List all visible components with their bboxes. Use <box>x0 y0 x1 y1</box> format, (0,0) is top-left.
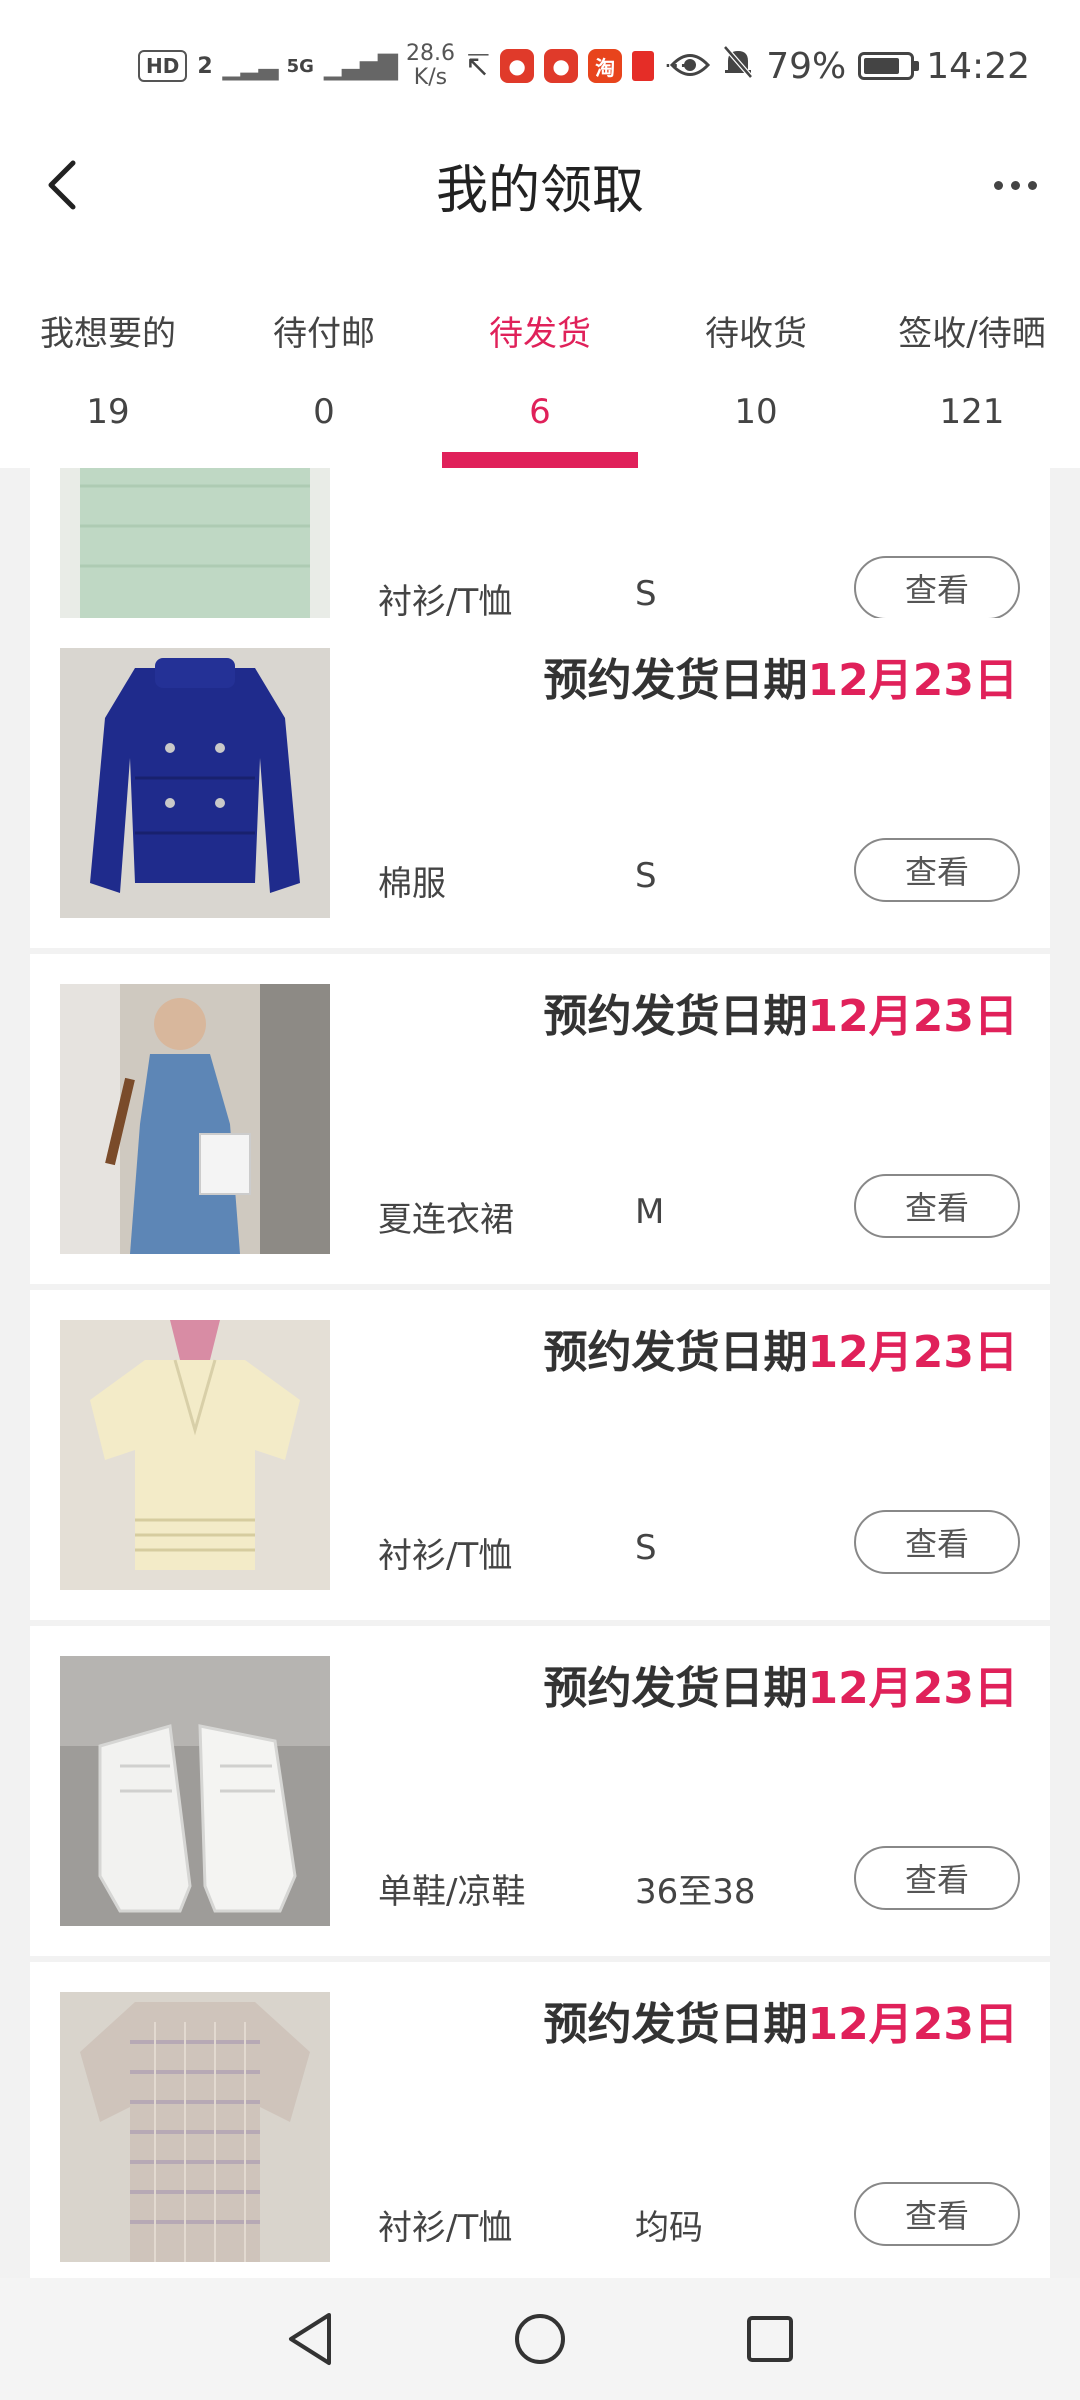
ship-date: 12月23日 <box>807 1663 1018 1714</box>
status-bar: HD 2 ▁▂▃ 5G ▁▃▅▇ 28.6 K/s ↸ ● ● 淘 ··· 79… <box>0 0 1080 130</box>
signal-icon: ▁▂▃ <box>222 51 279 81</box>
triangle-back-icon <box>289 2313 331 2365</box>
tab-label: 待发货 <box>489 314 591 354</box>
app-notification-icon: ● <box>544 49 579 83</box>
tab-label: 我想要的 <box>40 314 176 354</box>
tab-label: 待付邮 <box>273 314 375 354</box>
item-category: 夏连衣裙 <box>378 1200 514 1240</box>
page-title: 我的领取 <box>435 161 644 221</box>
ship-date-line: 预约发货日期12月23日 <box>544 1988 1018 2052</box>
more-options-button[interactable] <box>980 160 1050 210</box>
circle-home-icon <box>515 2314 565 2364</box>
status-right: 79% 14:22 <box>670 38 1030 94</box>
taobao-icon: 淘 <box>588 49 623 83</box>
speed-value: 28.6 <box>405 41 455 66</box>
product-thumbnail[interactable] <box>60 468 330 636</box>
ship-date-prefix: 预约发货日期 <box>543 1327 808 1378</box>
ship-date-prefix: 预约发货日期 <box>543 1999 808 2050</box>
item-size: S <box>635 1528 657 1568</box>
product-thumbnail[interactable] <box>60 1320 330 1590</box>
tab-awaiting-shipment[interactable]: 待发货 6 <box>432 240 648 468</box>
tab-count: 0 <box>313 392 335 432</box>
ship-date-line: 预约发货日期12月23日 <box>544 1652 1018 1716</box>
item-size: S <box>635 856 657 896</box>
tab-received-to-review[interactable]: 签收/待晒 121 <box>864 240 1080 468</box>
signal-strength-icon: ▁▃▅▇ <box>323 51 398 81</box>
item-list[interactable]: 衬衫/T恤 S 查看 预约发货日期12月23日 棉服 S 查看 预约发货日期12… <box>30 468 1050 2278</box>
item-size: 均码 <box>635 2208 703 2248</box>
tab-label: 签收/待晒 <box>898 314 1046 354</box>
dot-icon <box>993 180 1003 190</box>
status-left: HD 2 ▁▂▃ 5G ▁▃▅▇ 28.6 K/s ↸ ● ● 淘 ··· <box>138 38 687 94</box>
view-button[interactable]: 查看 <box>854 556 1020 620</box>
product-thumbnail[interactable] <box>60 1992 330 2262</box>
nav-home-button[interactable] <box>425 2289 655 2389</box>
tab-count: 10 <box>734 392 778 432</box>
status-tabs: 我想要的 19 待付邮 0 待发货 6 待收货 10 签收/待晒 121 <box>0 240 1080 468</box>
view-button[interactable]: 查看 <box>854 1510 1020 1574</box>
list-item[interactable]: 预约发货日期12月23日 单鞋/凉鞋 36至38 查看 <box>30 1626 1050 1956</box>
app-notification-icon: ● <box>500 49 535 83</box>
active-tab-indicator <box>442 452 638 468</box>
square-recents-icon <box>747 2316 793 2362</box>
app-header: 我的领取 <box>0 130 1080 240</box>
ship-date: 12月23日 <box>807 991 1018 1042</box>
eye-icon <box>670 46 711 87</box>
ship-date-line: 预约发货日期12月23日 <box>544 1316 1018 1380</box>
item-size: M <box>635 1192 665 1232</box>
item-size: 36至38 <box>635 1872 756 1912</box>
nav-back-button[interactable] <box>195 2289 425 2389</box>
item-category: 衬衫/T恤 <box>378 582 513 622</box>
ship-date: 12月23日 <box>807 1999 1018 2050</box>
tab-awaiting-receipt[interactable]: 待收货 10 <box>648 240 864 468</box>
red-envelope-icon <box>632 51 655 81</box>
network-speed: 28.6 K/s <box>406 42 455 90</box>
ship-date-line: 预约发货日期12月23日 <box>544 980 1018 1044</box>
item-category: 衬衫/T恤 <box>378 1536 513 1576</box>
item-category: 单鞋/凉鞋 <box>378 1872 526 1912</box>
dot-icon <box>1027 180 1037 190</box>
ship-date-line: 预约发货日期12月23日 <box>544 644 1018 708</box>
list-item[interactable]: 预约发货日期12月23日 衬衫/T恤 S 查看 <box>30 1290 1050 1620</box>
view-button[interactable]: 查看 <box>854 838 1020 902</box>
view-button[interactable]: 查看 <box>854 1174 1020 1238</box>
network-type: 5G <box>286 55 314 77</box>
product-thumbnail[interactable] <box>60 648 330 918</box>
hd-badge: HD <box>138 50 188 82</box>
ship-date-prefix: 预约发货日期 <box>543 1663 808 1714</box>
tab-count: 19 <box>86 392 130 432</box>
battery-percent: 79% <box>766 45 847 87</box>
ship-date: 12月23日 <box>807 655 1018 706</box>
product-thumbnail[interactable] <box>60 984 330 1254</box>
list-item[interactable]: 预约发货日期12月23日 夏连衣裙 M 查看 <box>30 954 1050 1284</box>
nav-recents-button[interactable] <box>655 2289 885 2389</box>
view-button[interactable]: 查看 <box>854 2182 1020 2246</box>
product-thumbnail[interactable] <box>60 1656 330 1926</box>
tab-count: 121 <box>939 392 1005 432</box>
missed-call-icon: ↸ <box>464 48 491 84</box>
battery-icon <box>858 52 920 80</box>
clock: 14:22 <box>926 45 1030 87</box>
tab-label: 待收货 <box>705 314 807 354</box>
ship-date-prefix: 预约发货日期 <box>543 655 808 706</box>
speed-unit: K/s <box>413 65 448 90</box>
mute-bell-icon <box>722 44 754 88</box>
item-size: S <box>635 574 657 614</box>
tab-awaiting-postage[interactable]: 待付邮 0 <box>216 240 432 468</box>
tab-count: 6 <box>529 392 551 432</box>
dot-icon <box>1010 180 1020 190</box>
system-nav-bar <box>0 2278 1080 2400</box>
item-category: 衬衫/T恤 <box>378 2208 513 2248</box>
tab-wanted[interactable]: 我想要的 19 <box>0 240 216 468</box>
item-category: 棉服 <box>378 864 446 904</box>
sim2-label: 2 <box>197 53 213 79</box>
list-item[interactable]: 预约发货日期12月23日 衬衫/T恤 均码 查看 <box>30 1962 1050 2278</box>
ship-date-prefix: 预约发货日期 <box>543 991 808 1042</box>
list-item[interactable]: 预约发货日期12月23日 棉服 S 查看 <box>30 618 1050 948</box>
ship-date: 12月23日 <box>807 1327 1018 1378</box>
view-button[interactable]: 查看 <box>854 1846 1020 1910</box>
